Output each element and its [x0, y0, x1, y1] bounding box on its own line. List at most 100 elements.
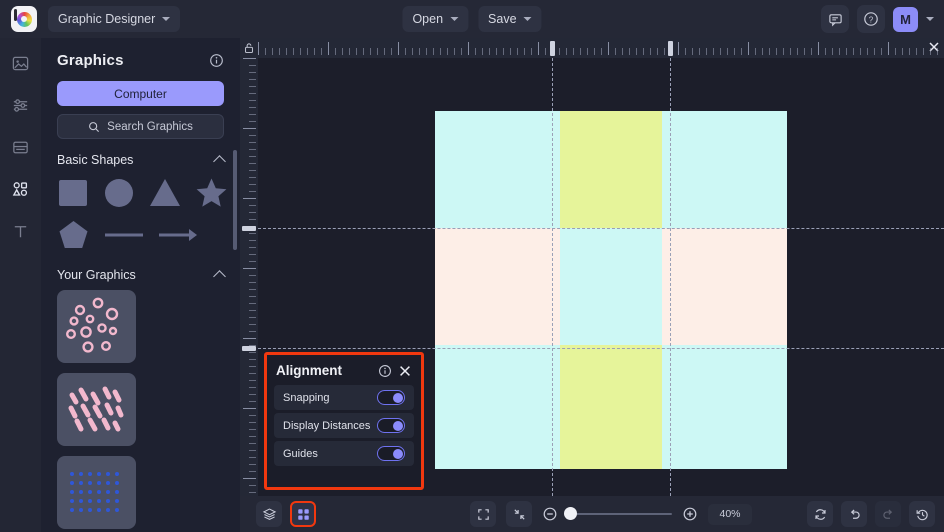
chevron-down-icon: [523, 17, 532, 21]
sidebar-item-layout[interactable]: [10, 136, 32, 158]
zoom-slider[interactable]: [564, 507, 672, 520]
ruler-tick: [363, 48, 364, 55]
artboard-cell[interactable]: [559, 228, 663, 346]
square-shape[interactable]: [57, 177, 91, 209]
history-button[interactable]: [909, 501, 935, 527]
arrow-shape[interactable]: [157, 219, 199, 251]
artboard[interactable]: [435, 111, 787, 469]
ruler-guide-marker[interactable]: [242, 226, 256, 231]
ruler-tick: [846, 48, 847, 55]
basic-shapes-row-1: [41, 167, 240, 209]
alignment-row-display-distances: Display Distances: [274, 413, 414, 438]
app-logo-icon[interactable]: [11, 6, 37, 32]
section-basic-shapes[interactable]: Basic Shapes: [57, 153, 226, 168]
comment-button[interactable]: [821, 5, 849, 33]
pink-rings-thumbnail[interactable]: [57, 290, 136, 363]
blue-dot-grid-thumbnail[interactable]: [57, 456, 136, 529]
zoom-in-button[interactable]: [682, 506, 698, 522]
save-button[interactable]: Save: [478, 6, 542, 32]
artboard-cell[interactable]: [435, 345, 560, 469]
ruler-tick: [249, 233, 256, 234]
horizontal-ruler[interactable]: [258, 38, 944, 58]
ruler-tick: [249, 149, 256, 150]
artboard-cell[interactable]: [435, 228, 560, 346]
ruler-tick: [249, 100, 256, 101]
ruler-tick: [888, 42, 889, 55]
artboard-cell[interactable]: [662, 345, 787, 469]
sidebar-item-image[interactable]: [10, 52, 32, 74]
ruler-tick: [510, 48, 511, 55]
ruler-lock-button[interactable]: [240, 38, 258, 58]
bottom-bar: 40%: [240, 496, 944, 532]
sidebar-item-shapes[interactable]: [10, 178, 32, 200]
refresh-icon: [814, 508, 826, 520]
artboard-cell[interactable]: [559, 345, 663, 469]
help-button[interactable]: ?: [857, 5, 885, 33]
computer-button[interactable]: Computer: [57, 81, 224, 106]
ruler-tick: [692, 48, 693, 55]
ruler-tick: [342, 48, 343, 55]
open-button[interactable]: Open: [402, 6, 469, 32]
account-chevron-down-icon[interactable]: [926, 17, 934, 21]
layers-button[interactable]: [256, 501, 282, 527]
pink-dashes-thumbnail[interactable]: [57, 373, 136, 446]
refresh-button[interactable]: [807, 501, 833, 527]
ruler-guide-marker[interactable]: [668, 41, 673, 56]
ruler-tick: [258, 42, 259, 55]
artboard-cell[interactable]: [559, 111, 663, 229]
artboard-cell[interactable]: [662, 111, 787, 229]
ruler-guide-marker[interactable]: [550, 41, 555, 56]
sidebar-item-adjustments[interactable]: [10, 94, 32, 116]
text-icon: [14, 225, 27, 237]
ruler-tick: [249, 282, 256, 283]
ruler-tick: [249, 163, 256, 164]
ruler-tick: [249, 366, 256, 367]
redo-button[interactable]: [875, 501, 901, 527]
artboard-cell[interactable]: [662, 228, 787, 346]
section-your-graphics[interactable]: Your Graphics: [57, 268, 226, 283]
vertical-guide-line[interactable]: [552, 58, 553, 496]
ruler-tick: [249, 380, 256, 381]
vertical-guide-line[interactable]: [670, 58, 671, 496]
ruler-tick: [440, 48, 441, 55]
pentagon-shape[interactable]: [57, 219, 91, 251]
panel-scrollbar[interactable]: [233, 150, 237, 250]
zoom-out-button[interactable]: [542, 506, 558, 522]
star-shape[interactable]: [195, 177, 229, 209]
computer-label: Computer: [114, 86, 167, 101]
ruler-tick: [643, 48, 644, 55]
artboard-cell[interactable]: [435, 111, 560, 229]
guides-toggle[interactable]: [377, 446, 405, 461]
line-shape[interactable]: [103, 219, 145, 251]
avatar[interactable]: M: [893, 6, 918, 32]
circle-shape[interactable]: [103, 177, 137, 209]
document-title-dropdown[interactable]: Graphic Designer: [48, 6, 181, 32]
zoom-level-display[interactable]: 40%: [708, 503, 752, 525]
fit-to-screen-button[interactable]: [470, 501, 496, 527]
panel-info-button[interactable]: [209, 53, 224, 68]
ruler-tick: [517, 48, 518, 55]
alignment-info-button[interactable]: [378, 364, 392, 378]
snapping-toggle[interactable]: [377, 390, 405, 405]
grid-icon: [297, 508, 309, 520]
alignment-close-button[interactable]: [398, 364, 412, 378]
page-title: Graphics: [57, 52, 124, 69]
ruler-tick: [249, 261, 256, 262]
display-distances-toggle[interactable]: [377, 418, 405, 433]
ruler-guide-marker[interactable]: [242, 346, 256, 351]
grid-button[interactable]: [290, 501, 316, 527]
undo-button[interactable]: [841, 501, 867, 527]
ruler-tick: [412, 48, 413, 55]
horizontal-guide-line[interactable]: [258, 228, 944, 229]
search-input[interactable]: Search Graphics: [57, 114, 224, 139]
triangle-shape[interactable]: [149, 177, 183, 209]
vertical-ruler[interactable]: [240, 58, 258, 496]
ruler-tick: [249, 135, 256, 136]
ruler-tick: [335, 48, 336, 55]
horizontal-guide-line[interactable]: [258, 348, 944, 349]
collapse-button[interactable]: [506, 501, 532, 527]
zoom-level-value: 40%: [719, 508, 741, 520]
ruler-tick: [249, 254, 256, 255]
sidebar-item-text[interactable]: [10, 220, 32, 242]
ruler-tick: [531, 48, 532, 55]
